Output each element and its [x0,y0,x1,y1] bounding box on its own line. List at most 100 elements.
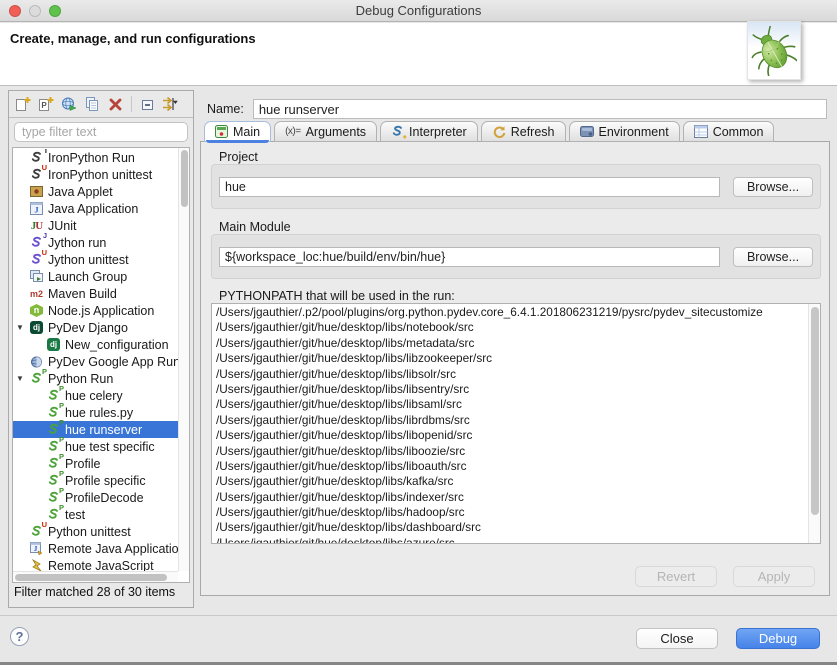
pythonpath-entry[interactable]: /Users/jgauthier/git/hue/desktop/libs/li… [216,367,807,382]
arguments-tab-icon: (x)= [285,126,301,137]
tree-item-junit[interactable]: JUJUnit [13,217,178,234]
duplicate-icon[interactable] [83,95,101,113]
pythonpath-scrollbar[interactable] [808,304,820,543]
tree-item-label: hue rules.py [65,406,133,420]
debug-bug-icon [747,21,801,80]
tree-item-label: Java Application [48,202,138,216]
remote-javascript-icon [29,559,44,572]
tree-item-new-configuration[interactable]: djNew_configuration [13,336,178,353]
tree-item-hue-runserver[interactable]: Phue runserver [13,421,178,438]
tree-item-hue-rules-py[interactable]: Phue rules.py [13,404,178,421]
pythonpath-entry[interactable]: /Users/jgauthier/.p2/pool/plugins/org.py… [216,305,807,320]
tab-label: Interpreter [409,125,467,139]
tree-item-python-unittest[interactable]: UPython unittest [13,523,178,540]
tree-item-label: Profile specific [65,474,146,488]
export-configurations-icon[interactable] [60,95,78,113]
new-prototype-icon[interactable]: P [37,95,55,113]
junit-icon: JU [29,219,44,233]
apply-button[interactable]: Apply [733,566,815,587]
tree-item-java-application[interactable]: JJava Application [13,200,178,217]
tab-label: Refresh [511,125,555,139]
main-module-input[interactable] [219,247,720,267]
pythonpath-entry[interactable]: /Users/jgauthier/git/hue/desktop/libs/li… [216,428,807,443]
pythonpath-entry[interactable]: /Users/jgauthier/git/hue/desktop/libs/no… [216,320,807,335]
tree-item-pydev-google-app-run[interactable]: PyDev Google App Run [13,353,178,370]
tree-item-label: hue test specific [65,440,155,454]
expand-arrow-icon[interactable]: ▼ [16,374,24,383]
delete-icon[interactable] [106,95,124,113]
pythonpath-entry[interactable]: /Users/jgauthier/git/hue/desktop/libs/in… [216,490,807,505]
tree-item-maven-build[interactable]: m2Maven Build [13,285,178,302]
pythonpath-entry[interactable]: /Users/jgauthier/git/hue/desktop/libs/ha… [216,505,807,520]
tree-item-ironpython-run[interactable]: IIronPython Run [13,149,178,166]
tab-interpreter[interactable]: ●Interpreter [380,121,478,142]
collapse-all-icon[interactable] [139,95,157,113]
expand-arrow-icon[interactable]: ▼ [16,323,24,332]
minimize-window-icon[interactable] [29,5,41,17]
pythonpath-entry[interactable]: /Users/jgauthier/git/hue/desktop/libs/li… [216,397,807,412]
filter-configurations-icon[interactable] [162,95,180,113]
titlebar[interactable]: Debug Configurations [0,0,837,22]
tree-item-java-applet[interactable]: Java Applet [13,183,178,200]
pythonpath-entry[interactable]: /Users/jgauthier/git/hue/desktop/libs/ka… [216,474,807,489]
tab-arguments[interactable]: (x)=Arguments [274,121,377,142]
new-configuration-icon[interactable] [14,95,32,113]
pythonpath-entry[interactable]: /Users/jgauthier/git/hue/desktop/libs/li… [216,382,807,397]
pythonpath-entry[interactable]: /Users/jgauthier/git/hue/desktop/libs/da… [216,520,807,535]
project-browse-button[interactable]: Browse... [733,177,813,197]
filter-input[interactable] [14,122,188,142]
jython-unittest-icon: U [29,253,44,267]
tree-item-profile[interactable]: PProfile [13,455,178,472]
configurations-panel: P IIronPython RunUIronPython unittestJav… [8,90,194,608]
tab-environment[interactable]: Environment [569,121,680,142]
common-tab-icon [694,125,708,138]
pythonpath-entry[interactable]: /Users/jgauthier/git/hue/desktop/libs/li… [216,459,807,474]
tree-item-pydev-django[interactable]: ▼djPyDev Django [13,319,178,336]
pythonpath-label: PYTHONPATH that will be used in the run: [219,289,455,303]
tree-item-remote-javascript[interactable]: Remote JavaScript [13,557,178,571]
window-title: Debug Configurations [0,0,837,22]
help-button[interactable]: ? [10,627,29,646]
revert-button[interactable]: Revert [635,566,717,587]
debug-button[interactable]: Debug [736,628,820,649]
python-run-icon: P [46,508,61,522]
tree-item-launch-group[interactable]: Launch Group [13,268,178,285]
dialog-header: Create, manage, and run configurations [0,23,837,86]
zoom-window-icon[interactable] [49,5,61,17]
svg-text:J: J [34,544,38,553]
project-group: Browse... [211,164,821,209]
main-module-browse-button[interactable]: Browse... [733,247,813,267]
pythonpath-entry[interactable]: /Users/jgauthier/git/hue/desktop/libs/li… [216,413,807,428]
main-module-group-label: Main Module [219,220,291,234]
close-window-icon[interactable] [9,5,21,17]
tree-item-hue-test-specific[interactable]: Phue test specific [13,438,178,455]
pydev-django-config-icon: dj [46,338,61,352]
debug-configurations-window: Debug Configurations Create, manage, and… [0,0,837,665]
tree-item-jython-run[interactable]: JJython run [13,234,178,251]
tree-item-hue-celery[interactable]: Phue celery [13,387,178,404]
pythonpath-entry[interactable]: /Users/jgauthier/git/hue/desktop/libs/az… [216,536,807,543]
tree-item-label: ProfileDecode [65,491,144,505]
tab-refresh[interactable]: Refresh [481,121,566,142]
python-unittest-icon: U [29,525,44,539]
tree-item-ironpython-unittest[interactable]: UIronPython unittest [13,166,178,183]
tree-item-remote-java-application[interactable]: JRemote Java Application [13,540,178,557]
tree-item-test[interactable]: Ptest [13,506,178,523]
pythonpath-entry[interactable]: /Users/jgauthier/git/hue/desktop/libs/me… [216,336,807,351]
project-input[interactable] [219,177,720,197]
tree-horizontal-scrollbar[interactable] [13,571,178,582]
tree-item-node-js-application[interactable]: nNode.js Application [13,302,178,319]
tree-item-python-run[interactable]: ▼PPython Run [13,370,178,387]
tab-main[interactable]: Main [204,121,271,142]
tree-item-profiledecode[interactable]: PProfileDecode [13,489,178,506]
close-button[interactable]: Close [636,628,718,649]
tree-item-profile-specific[interactable]: PProfile specific [13,472,178,489]
tree-item-label: PyDev Google App Run [48,355,178,369]
tab-common[interactable]: Common [683,121,775,142]
tree-vertical-scrollbar[interactable] [178,148,189,571]
pythonpath-entry[interactable]: /Users/jgauthier/git/hue/desktop/libs/li… [216,444,807,459]
tab-label: Environment [599,125,669,139]
name-input[interactable] [253,99,827,119]
pythonpath-entry[interactable]: /Users/jgauthier/git/hue/desktop/libs/li… [216,351,807,366]
tree-item-jython-unittest[interactable]: UJython unittest [13,251,178,268]
